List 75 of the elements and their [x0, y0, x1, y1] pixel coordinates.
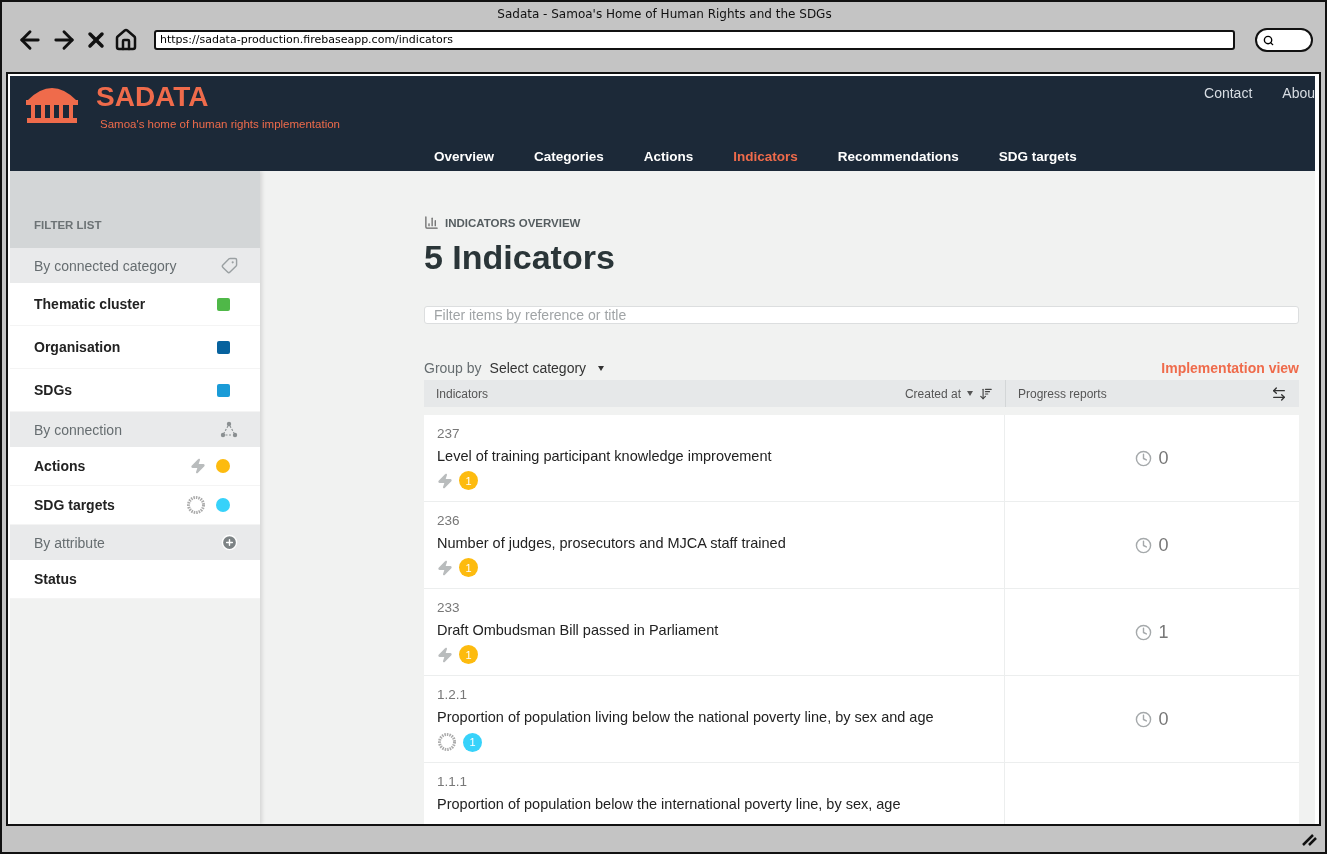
- connection-count: 1: [459, 558, 478, 577]
- lightning-icon: [437, 646, 453, 663]
- search-icon: [1263, 34, 1274, 46]
- column-header: Indicators: [436, 386, 489, 401]
- nav-tab[interactable]: SDG targets: [998, 148, 1097, 164]
- section-label: INDICATORS OVERVIEW: [445, 216, 581, 229]
- clock-icon: [1135, 536, 1153, 554]
- nav-tab[interactable]: Recommendations: [837, 148, 979, 164]
- lightning-icon: [437, 472, 453, 489]
- dropdown-caret-icon: [967, 391, 973, 396]
- filter-option[interactable]: Thematic cluster: [10, 283, 260, 326]
- site-tagline: Samoa's home of human rights implementation: [100, 118, 340, 130]
- tag-icon: [221, 257, 238, 274]
- indicator-reference: 1.1.1: [437, 774, 469, 789]
- search-field[interactable]: [1255, 28, 1313, 52]
- clock-icon: [1135, 623, 1153, 641]
- indicator-title: Proportion of population below the international poverty line, by sex, age: [437, 796, 902, 812]
- group-by-label: Group by: [424, 360, 482, 376]
- clock-icon: [1135, 710, 1153, 728]
- indicator-row[interactable]: 1.2.1 Proportion of population living below the national poverty line, by sex and age 1 0: [424, 676, 1299, 763]
- filter-option[interactable]: Organisation: [10, 326, 260, 369]
- dropdown-caret-icon: [598, 365, 605, 371]
- indicator-reference: 237: [437, 426, 461, 441]
- network-icon: [220, 421, 238, 438]
- column-header: Progress reports: [1018, 386, 1107, 401]
- indicator-reference: 233: [437, 600, 461, 615]
- filter-option[interactable]: Actions: [10, 447, 260, 486]
- address-field[interactable]: https://sadata-production.firebaseapp.com/indicators: [154, 30, 1235, 50]
- filter-option[interactable]: SDG targets: [10, 486, 260, 525]
- connection-count: 1: [463, 732, 482, 752]
- window-title: Sadata - Samoa's Home of Human Rights and the SDGs: [496, 6, 833, 23]
- bar-chart-icon: [424, 215, 439, 230]
- clock-icon: [1135, 449, 1153, 467]
- lightning-icon: [190, 458, 206, 474]
- report-count: 0: [1158, 534, 1169, 556]
- indicator-reference: 236: [437, 513, 461, 528]
- indicator-row[interactable]: 237 Level of training participant knowledge improvement 1 0: [424, 415, 1299, 502]
- header-link[interactable]: Contact: [1204, 85, 1253, 141]
- header-link[interactable]: Abou: [1282, 85, 1315, 141]
- filter-group-label: By connected category: [34, 257, 177, 274]
- resize-grip-icon: [1301, 832, 1317, 846]
- indicator-title: Proportion of population living below the national poverty line, by sex and age: [437, 709, 935, 725]
- lightning-icon: [437, 559, 453, 576]
- page-title: 5 Indicators: [424, 238, 616, 277]
- indicator-title: Draft Ombudsman Bill passed in Parliament: [437, 622, 720, 638]
- category-select[interactable]: Select category: [489, 360, 605, 376]
- nav-tab[interactable]: Categories: [534, 148, 624, 164]
- nav-tab[interactable]: Overview: [434, 148, 515, 164]
- filter-option[interactable]: Status: [10, 560, 260, 599]
- indicator-title: Level of training participant knowledge improvement: [437, 448, 773, 464]
- filter-group-label: By connection: [34, 421, 122, 438]
- sidebar-heading: FILTER LIST: [34, 219, 102, 231]
- indicator-row[interactable]: 233 Draft Ombudsman Bill passed in Parliament 1 1: [424, 589, 1299, 676]
- sort-icon: [979, 386, 993, 401]
- home-button[interactable]: [114, 28, 138, 52]
- site-logo-text: SADATA: [96, 82, 210, 112]
- connection-count: 1: [459, 471, 478, 490]
- nav-tab[interactable]: Actions: [643, 148, 714, 164]
- indicator-row[interactable]: 236 Number of judges, prosecutors and MJCA staff trained 1 0: [424, 502, 1299, 589]
- sort-button[interactable]: Created at: [904, 386, 993, 401]
- expand-width-icon[interactable]: [1271, 385, 1287, 402]
- dotted-ring-icon: [437, 732, 457, 752]
- dotted-ring-icon: [186, 495, 206, 515]
- filter-search-field[interactable]: Filter items by reference or title: [424, 306, 1299, 324]
- plus-icon: [221, 534, 238, 551]
- indicator-row[interactable]: 1.1.1 Proportion of population below the international poverty line, by sex, age: [424, 763, 1299, 824]
- indicator-reference: 1.2.1: [437, 687, 469, 702]
- nav-tab[interactable]: Indicators: [733, 148, 818, 164]
- filter-group-label: By attribute: [34, 534, 105, 551]
- filter-option[interactable]: SDGs: [10, 369, 260, 412]
- report-count: 1: [1158, 621, 1169, 643]
- report-count: 0: [1158, 447, 1169, 469]
- indicator-title: Number of judges, prosecutors and MJCA staff trained: [437, 535, 787, 551]
- report-count: 0: [1158, 708, 1169, 730]
- connection-count: 1: [459, 645, 478, 664]
